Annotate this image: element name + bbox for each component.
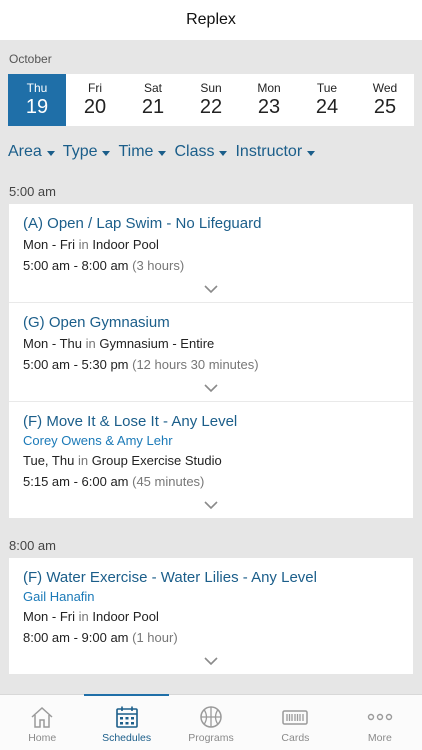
day-name: Thu	[26, 81, 48, 95]
filter-label: Type	[62, 143, 98, 160]
day-name: Tue	[316, 81, 338, 95]
schedule-item[interactable]: (A) Open / Lap Swim - No Lifeguard Mon -…	[9, 204, 413, 303]
tab-bar: Home Schedules Programs Cards More	[0, 694, 422, 750]
class-hours: 8:00 am - 9:00 am (1 hour)	[23, 630, 178, 645]
schedule-item[interactable]: (F) Move It & Lose It - Any Level Corey …	[9, 402, 413, 518]
day-name: Sat	[143, 81, 162, 95]
filter-type[interactable]: Type	[63, 143, 111, 161]
filter-label: Class	[174, 143, 215, 160]
day-date: 22	[199, 96, 223, 118]
filter-bar: Area Type Time Class Instructor	[0, 126, 422, 178]
class-hours: 5:15 am - 6:00 am (45 minutes)	[23, 474, 205, 489]
class-instructor[interactable]: Gail Hanafin	[23, 588, 399, 606]
class-name: (A) Open / Lap Swim - No Lifeguard	[23, 215, 262, 232]
tab-programs[interactable]: Programs	[169, 695, 253, 750]
day-selector: Thu 19 Fri 20 Sat 21 Sun 22 Mon 23 Tue 2…	[8, 74, 414, 126]
schedule-item[interactable]: (F) Water Exercise - Water Lilies - Any …	[9, 558, 413, 674]
day-name: Sun	[200, 81, 222, 95]
schedule-card: (F) Water Exercise - Water Lilies - Any …	[9, 558, 413, 674]
filter-area[interactable]: Area	[8, 143, 55, 161]
caret-down-icon	[219, 150, 228, 156]
tab-cards[interactable]: Cards	[253, 695, 337, 750]
day-date: 19	[25, 96, 49, 118]
top-bar: Replex	[0, 0, 422, 40]
time-header: 5:00 am	[9, 183, 56, 199]
schedule-item[interactable]: (G) Open Gymnasium Mon - Thu in Gymnasiu…	[9, 303, 413, 402]
class-location: Mon - Thu in Gymnasium - Entire	[23, 336, 215, 351]
basketball-icon	[200, 706, 222, 728]
class-location: Mon - Fri in Indoor Pool	[23, 609, 159, 624]
expand-chevron-icon[interactable]	[23, 276, 399, 302]
expand-chevron-icon[interactable]	[23, 648, 399, 674]
tab-label: Home	[28, 732, 57, 744]
filter-label: Time	[118, 143, 154, 160]
tab-label: Cards	[281, 732, 310, 744]
caret-down-icon	[46, 150, 55, 156]
day-date: 21	[141, 96, 165, 118]
day-fri[interactable]: Fri 20	[66, 74, 124, 126]
tab-label: Schedules	[102, 732, 152, 744]
filter-time[interactable]: Time	[118, 143, 167, 161]
month-label: October	[9, 52, 52, 66]
app-title: Replex	[186, 11, 236, 28]
day-date: 23	[257, 96, 281, 118]
day-date: 24	[315, 96, 339, 118]
more-icon	[367, 713, 393, 721]
calendar-icon	[115, 706, 138, 728]
day-mon[interactable]: Mon 23	[240, 74, 298, 126]
caret-down-icon	[102, 150, 111, 156]
tab-label: Programs	[188, 732, 234, 744]
caret-down-icon	[158, 150, 167, 156]
tab-label: More	[367, 732, 392, 744]
filter-class[interactable]: Class	[174, 143, 228, 161]
tab-more[interactable]: More	[338, 695, 422, 750]
class-location: Tue, Thu in Group Exercise Studio	[23, 453, 222, 468]
day-date: 20	[83, 96, 107, 118]
class-name: (F) Water Exercise - Water Lilies - Any …	[23, 569, 317, 586]
schedule-card: (A) Open / Lap Swim - No Lifeguard Mon -…	[9, 204, 413, 518]
tab-home[interactable]: Home	[0, 695, 84, 750]
day-name: Fri	[88, 81, 102, 95]
card-icon	[282, 710, 309, 725]
class-location: Mon - Fri in Indoor Pool	[23, 237, 159, 252]
day-name: Mon	[257, 81, 281, 95]
expand-chevron-icon[interactable]	[23, 492, 399, 518]
class-name: (G) Open Gymnasium	[23, 314, 170, 331]
day-sat[interactable]: Sat 21	[124, 74, 182, 126]
day-wed[interactable]: Wed 25	[356, 74, 414, 126]
filter-label: Area	[8, 143, 42, 160]
class-name: (F) Move It & Lose It - Any Level	[23, 413, 238, 430]
day-name: Wed	[372, 81, 398, 95]
caret-down-icon	[307, 150, 316, 156]
class-hours: 5:00 am - 5:30 pm (12 hours 30 minutes)	[23, 357, 259, 372]
day-tue[interactable]: Tue 24	[298, 74, 356, 126]
day-thu[interactable]: Thu 19	[8, 74, 66, 126]
time-header: 8:00 am	[9, 537, 56, 553]
expand-chevron-icon[interactable]	[23, 375, 399, 401]
filter-instructor[interactable]: Instructor	[235, 143, 316, 161]
home-icon	[31, 706, 53, 728]
class-hours: 5:00 am - 8:00 am (3 hours)	[23, 258, 185, 273]
filter-label: Instructor	[235, 143, 303, 160]
day-date: 25	[373, 96, 397, 118]
class-instructor[interactable]: Corey Owens & Amy Lehr	[23, 432, 399, 450]
day-sun[interactable]: Sun 22	[182, 74, 240, 126]
tab-schedules[interactable]: Schedules	[84, 694, 170, 750]
